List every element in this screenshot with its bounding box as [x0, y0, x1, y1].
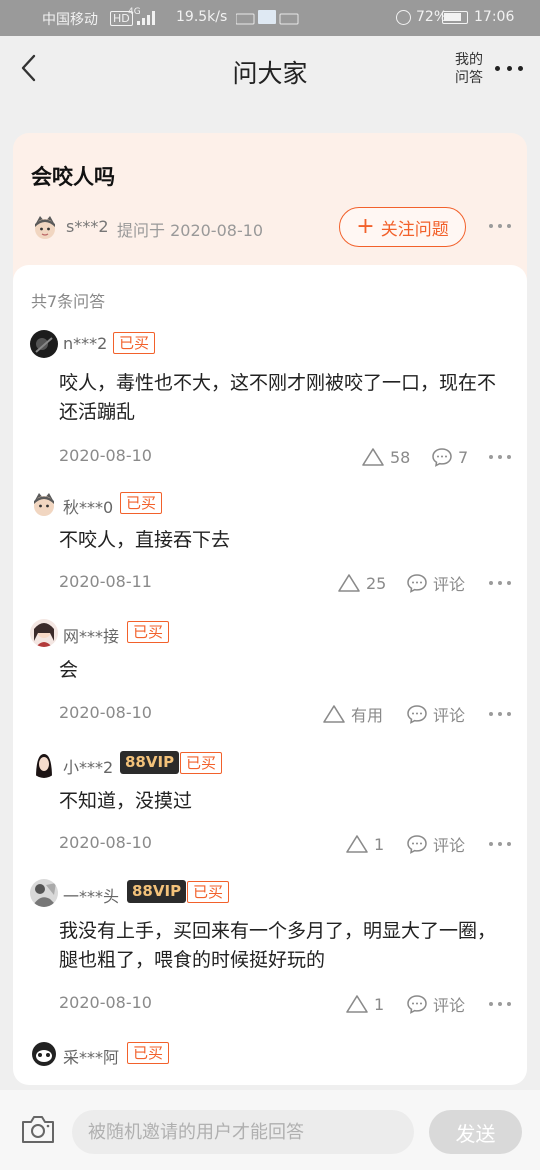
triangle-up-icon [323, 705, 345, 723]
answer-more-button[interactable] [489, 1001, 511, 1007]
like-count: 1 [374, 994, 385, 1014]
comment-icon [407, 574, 427, 593]
answer-count: 共7条问答 [31, 292, 106, 311]
answer-text: 我没有上手，买回来有一个多月了，明显大了一圈，腿也粗了，喂食的时候挺好玩的 [59, 920, 497, 971]
answer-more-button[interactable] [489, 454, 511, 460]
like-button[interactable]: 58 [361, 446, 410, 468]
vip-badge: 88VIP [127, 880, 187, 903]
follow-question-button[interactable]: + 关注问题 [339, 207, 466, 247]
question-title: 会咬人吗 [31, 165, 115, 189]
answer-username: 网***接 [63, 627, 120, 646]
comment-label: 评论 [433, 575, 466, 594]
answer-text: 会 [59, 659, 79, 681]
plus-icon: + [356, 214, 375, 239]
avatar[interactable] [30, 879, 58, 907]
answer-text: 不知道，没摸过 [59, 790, 193, 812]
more-dots-icon [489, 1001, 511, 1007]
like-button[interactable]: 25 [337, 572, 386, 594]
avatar[interactable] [30, 750, 58, 778]
answer-more-button[interactable] [489, 711, 511, 717]
avatar[interactable] [30, 490, 58, 518]
triangle-up-icon [362, 448, 384, 466]
carrier-name: 中国移动 [42, 12, 98, 28]
comment-label: 评论 [433, 996, 466, 1015]
comment-icon [432, 448, 452, 467]
useful-label: 有用 [351, 706, 384, 725]
asker-avatar[interactable] [31, 213, 59, 241]
answer-text: 不咬人，直接吞下去 [59, 529, 231, 551]
bought-badge: 已买 [180, 752, 223, 774]
answer-date: 2020-08-10 [59, 833, 152, 852]
avatar[interactable] [30, 619, 58, 647]
vip-badge: 88VIP [120, 751, 180, 774]
bought-badge: 已买 [120, 492, 163, 514]
answer-more-button[interactable] [489, 841, 511, 847]
notification-icons [235, 8, 316, 28]
like-button[interactable]: 1 [345, 993, 384, 1015]
more-dots-icon [489, 711, 511, 717]
answer-username: 秋***0 [63, 498, 114, 517]
camera-button[interactable] [20, 1113, 56, 1145]
comment-count: 7 [458, 447, 469, 467]
answer-username: 一***头 [63, 887, 120, 906]
answer-text: 咬人，毒性也不大，这不刚才刚被咬了一口，现在不还活蹦乱 [59, 372, 497, 423]
like-button[interactable]: 有用 [322, 703, 383, 725]
like-count: 58 [390, 447, 411, 467]
camera-icon [22, 1116, 54, 1143]
like-count: 1 [374, 834, 385, 854]
answer-date: 2020-08-10 [59, 993, 152, 1012]
more-dots-icon [489, 454, 511, 460]
triangle-up-icon [338, 574, 360, 592]
battery-icon [442, 11, 468, 24]
reply-input[interactable] [72, 1110, 414, 1154]
asker-name: s***2 [66, 217, 109, 236]
comment-label: 评论 [433, 706, 466, 725]
more-dots-icon [489, 841, 511, 847]
bought-badge: 已买 [113, 332, 156, 354]
triangle-up-icon [346, 995, 368, 1013]
follow-label: 关注问题 [380, 219, 449, 240]
answer-username: 小***2 [63, 758, 114, 777]
comment-icon [407, 705, 427, 724]
my-qa-link[interactable]: 我的问答 [452, 51, 486, 87]
comment-icon [407, 995, 427, 1014]
status-bar: 中国移动 HD 4G 19.5k/s 72% 17:06 [0, 0, 540, 36]
answer-date: 2020-08-10 [59, 703, 152, 722]
comment-icon [407, 835, 427, 854]
answer-username: n***2 [63, 334, 108, 353]
more-dots-icon [495, 64, 523, 72]
bought-badge: 已买 [187, 881, 230, 903]
like-count: 25 [366, 573, 387, 593]
answer-more-button[interactable] [489, 580, 511, 586]
answers-panel: 共7条问答 n***2 已买 咬人，毒性也不大，这不刚才刚被咬了一口，现在不还活… [13, 265, 527, 1085]
comment-button[interactable]: 评论 [406, 703, 465, 725]
network-type: 4G [128, 7, 141, 17]
comment-button[interactable]: 评论 [406, 833, 465, 855]
comment-button[interactable]: 评论 [406, 572, 465, 594]
network-speed: 19.5k/s [176, 9, 228, 25]
triangle-up-icon [346, 835, 368, 853]
bought-badge: 已买 [127, 621, 170, 643]
more-dots-icon [489, 223, 511, 229]
top-nav-bar: 问大家 我的问答 [0, 36, 540, 106]
comment-button[interactable]: 7 [431, 446, 468, 468]
avatar[interactable] [30, 1040, 58, 1068]
avatar[interactable] [30, 330, 58, 358]
more-dots-icon [489, 580, 511, 586]
answer-date: 2020-08-11 [59, 572, 152, 591]
clock: 17:06 [474, 9, 515, 25]
question-more-button[interactable] [489, 223, 511, 229]
send-button[interactable]: 发送 [429, 1110, 522, 1154]
comment-button[interactable]: 评论 [406, 993, 465, 1015]
asked-time: 提问于 2020-08-10 [117, 221, 264, 240]
comment-label: 评论 [433, 836, 466, 855]
like-button[interactable]: 1 [345, 833, 384, 855]
bought-badge: 已买 [127, 1042, 170, 1064]
answer-username: 采***阿 [63, 1048, 120, 1067]
answer-date: 2020-08-10 [59, 446, 152, 465]
reply-bar: 发送 [0, 1090, 540, 1170]
alarm-icon [396, 10, 411, 25]
more-menu-button[interactable] [495, 64, 523, 72]
